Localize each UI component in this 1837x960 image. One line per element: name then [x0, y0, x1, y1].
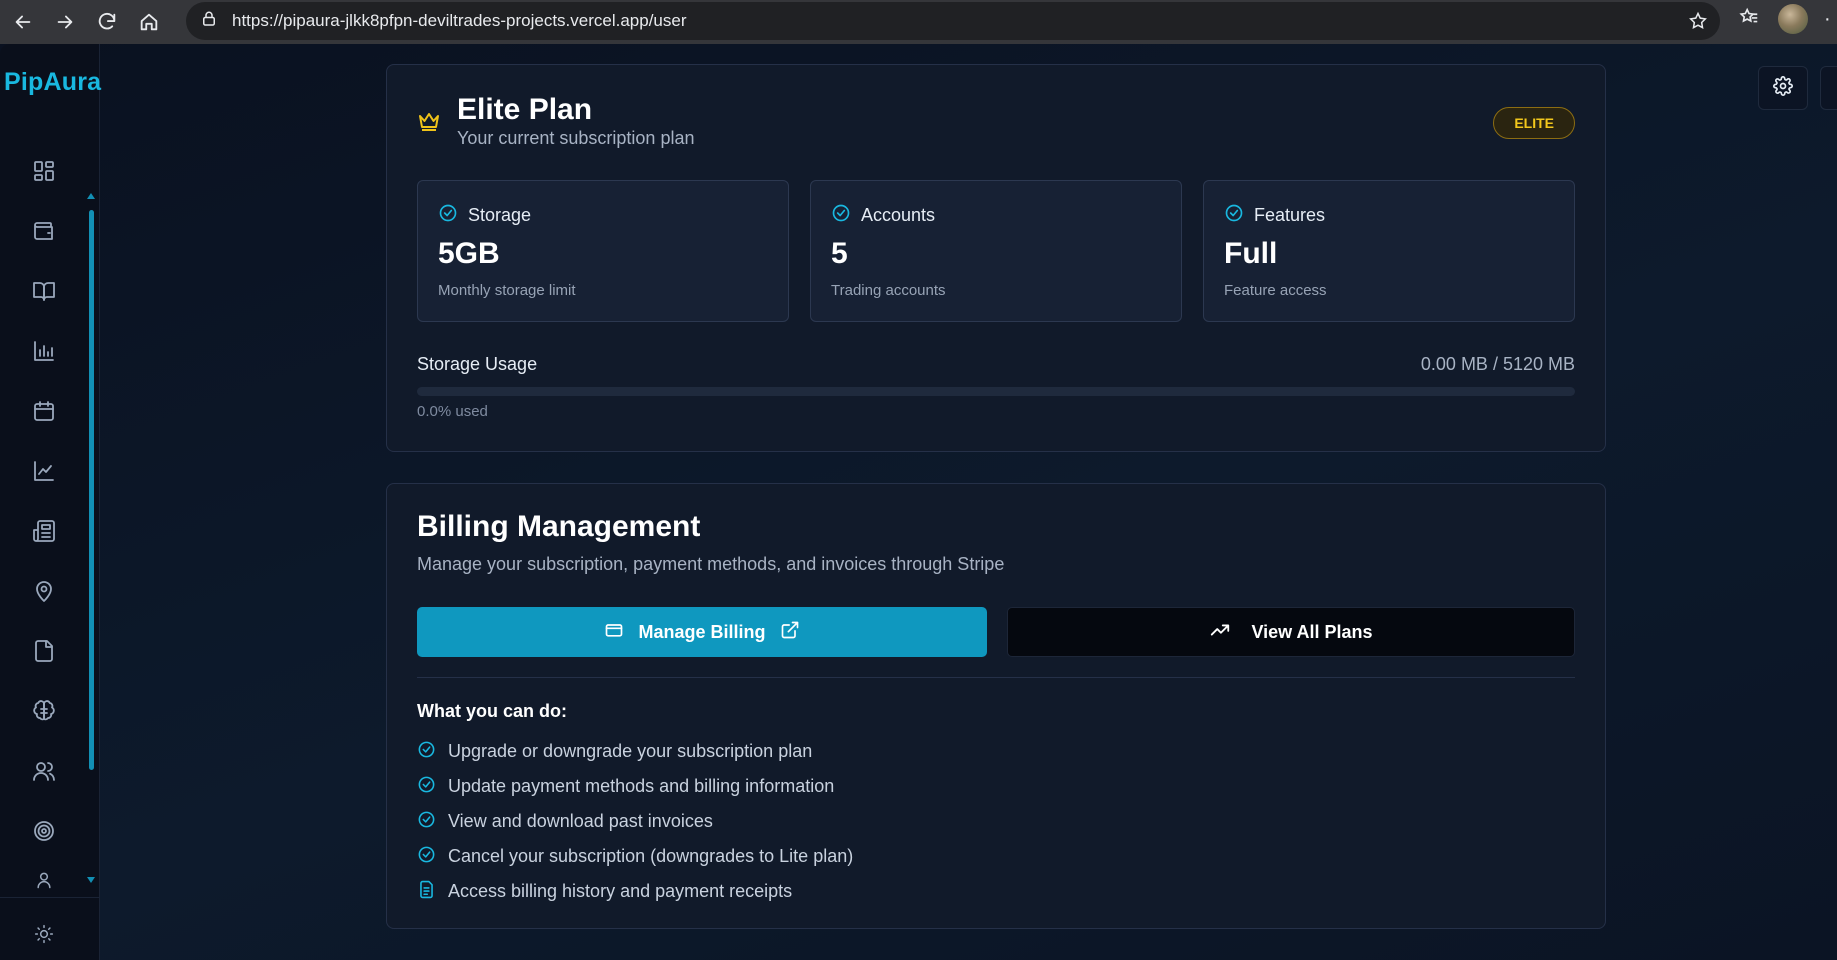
forward-icon[interactable]	[46, 3, 84, 41]
stat-description: Trading accounts	[831, 282, 946, 299]
file-icon[interactable]	[29, 636, 59, 666]
stat-value: 5GB	[438, 237, 500, 270]
stat-label: Accounts	[861, 205, 936, 225]
scroll-down-arrow-icon[interactable]	[87, 877, 95, 883]
url-text: https://pipaura-jlkk8pfpn-deviltrades-pr…	[232, 11, 687, 30]
billing-title: Billing Management	[417, 510, 701, 543]
list-item: Upgrade or downgrade your subscription p…	[417, 734, 853, 769]
profile-avatar[interactable]	[1778, 4, 1808, 34]
home-icon[interactable]	[130, 3, 168, 41]
book-icon[interactable]	[29, 276, 59, 306]
check-circle-icon	[417, 810, 436, 834]
users-icon[interactable]	[29, 756, 59, 786]
storage-usage-amount: 0.00 MB / 5120 MB	[1420, 354, 1575, 374]
reload-icon[interactable]	[88, 3, 126, 41]
storage-progress-bar	[417, 387, 1575, 396]
list-item-label: View and download past invoices	[448, 811, 713, 831]
browser-toolbar: https://pipaura-jlkk8pfpn-deviltrades-pr…	[0, 0, 1837, 44]
crown-icon	[417, 109, 441, 138]
settings-button[interactable]	[1758, 66, 1808, 110]
stat-label: Features	[1254, 205, 1326, 225]
billing-card: Billing Management Manage your subscript…	[386, 483, 1606, 929]
storage-usage-percent: 0.0% used	[417, 403, 488, 420]
view-all-plans-button[interactable]: View All Plans	[1007, 607, 1575, 657]
external-link-icon	[780, 620, 800, 645]
list-item-label: Update payment methods and billing infor…	[448, 776, 835, 796]
target-icon[interactable]	[29, 816, 59, 846]
capabilities-title: What you can do:	[417, 701, 567, 721]
sidebar-scrollbar[interactable]	[87, 193, 95, 883]
bar-chart-icon[interactable]	[29, 336, 59, 366]
list-item: Access billing history and payment recei…	[417, 874, 853, 909]
credit-card-icon	[604, 620, 624, 645]
more-menu-icon[interactable]: ·	[1824, 8, 1831, 31]
back-icon[interactable]	[4, 3, 42, 41]
storage-usage-label: Storage Usage	[417, 354, 538, 374]
stat-description: Monthly storage limit	[438, 282, 576, 299]
sidebar: PipAura	[0, 44, 101, 960]
stat-label: Storage	[468, 205, 532, 225]
bookmark-star-icon[interactable]	[1688, 11, 1708, 36]
calendar-icon[interactable]	[29, 396, 59, 426]
scrollbar-thumb[interactable]	[89, 210, 94, 770]
check-circle-icon	[417, 740, 436, 764]
document-icon	[417, 880, 436, 904]
favorites-icon[interactable]	[1738, 6, 1760, 33]
stat-value: Full	[1224, 237, 1278, 270]
wallet-icon[interactable]	[29, 216, 59, 246]
list-item-label: Cancel your subscription (downgrades to …	[448, 846, 854, 866]
list-item: Update payment methods and billing infor…	[417, 769, 853, 804]
user-icon[interactable]	[29, 865, 59, 895]
plan-badge: ELITE	[1493, 107, 1575, 139]
check-circle-icon	[438, 203, 458, 228]
stat-card-storage: Storage 5GB Monthly storage limit	[417, 180, 789, 322]
billing-subtitle: Manage your subscription, payment method…	[417, 554, 1005, 574]
stat-value: 5	[831, 237, 848, 270]
sun-icon[interactable]	[29, 919, 59, 949]
check-circle-icon	[831, 203, 851, 228]
manage-billing-label: Manage Billing	[638, 621, 766, 642]
site-info-icon[interactable]	[200, 10, 218, 33]
newspaper-icon[interactable]	[29, 516, 59, 546]
view-all-plans-label: View All Plans	[1251, 621, 1373, 642]
address-bar[interactable]: https://pipaura-jlkk8pfpn-deviltrades-pr…	[186, 2, 1720, 40]
sidebar-divider	[0, 897, 100, 898]
manage-billing-button[interactable]: Manage Billing	[417, 607, 987, 657]
plan-card: Elite Plan Your current subscription pla…	[386, 64, 1606, 452]
map-pin-icon[interactable]	[29, 576, 59, 606]
capabilities-list: Upgrade or downgrade your subscription p…	[417, 734, 853, 909]
logo[interactable]: PipAura	[4, 68, 101, 97]
list-item: Cancel your subscription (downgrades to …	[417, 839, 853, 874]
trending-up-icon	[1209, 619, 1231, 646]
stat-description: Feature access	[1224, 282, 1327, 299]
collapse-button[interactable]	[1820, 66, 1837, 110]
check-circle-icon	[417, 775, 436, 799]
dashboard-icon[interactable]	[29, 156, 59, 186]
check-circle-icon	[1224, 203, 1244, 228]
stat-card-accounts: Accounts 5 Trading accounts	[810, 180, 1182, 322]
plan-title: Elite Plan	[457, 93, 593, 126]
plan-subtitle: Your current subscription plan	[457, 128, 695, 148]
list-item: View and download past invoices	[417, 804, 853, 839]
check-circle-icon	[417, 845, 436, 869]
scroll-up-arrow-icon[interactable]	[87, 193, 95, 199]
line-chart-icon[interactable]	[29, 456, 59, 486]
brain-icon[interactable]	[29, 696, 59, 726]
list-item-label: Upgrade or downgrade your subscription p…	[448, 741, 813, 761]
billing-divider	[417, 677, 1575, 678]
list-item-label: Access billing history and payment recei…	[448, 881, 793, 901]
gear-icon	[1773, 75, 1793, 101]
stat-card-features: Features Full Feature access	[1203, 180, 1575, 322]
